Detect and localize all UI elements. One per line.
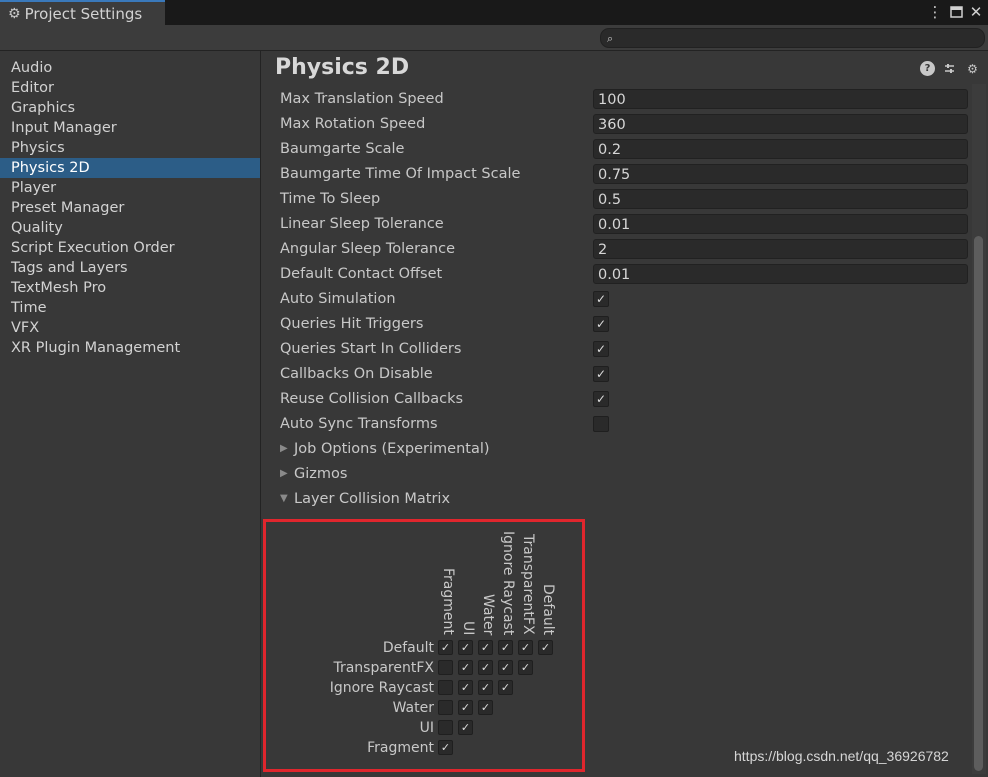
field-label: Default Contact Offset (280, 266, 443, 282)
more-options-icon[interactable]: ⋮ (926, 3, 944, 21)
search-input[interactable] (600, 28, 985, 48)
toggle-label: Callbacks On Disable (280, 366, 433, 382)
sidebar-item-xr-plugin-management[interactable]: XR Plugin Management (0, 338, 260, 358)
settings-gear-icon[interactable]: ⚙ (965, 61, 980, 76)
field-label: Linear Sleep Tolerance (280, 216, 444, 232)
callbacks-on-disable-checkbox[interactable]: ✓ (593, 366, 609, 382)
sidebar-item-quality[interactable]: Quality (0, 218, 260, 238)
time-to-sleep-field[interactable]: 0.5 (593, 189, 968, 209)
sidebar-item-input-manager[interactable]: Input Manager (0, 118, 260, 138)
reuse-collision-callbacks-checkbox[interactable]: ✓ (593, 391, 609, 407)
highlight-box (263, 519, 585, 772)
page-title: Physics 2D (275, 55, 410, 80)
field-label: Time To Sleep (280, 191, 381, 207)
field-label: Angular Sleep Tolerance (280, 241, 456, 257)
max-translation-speed-field[interactable]: 100 (593, 89, 968, 109)
field-label: Baumgarte Time Of Impact Scale (280, 166, 521, 182)
tab-project-settings[interactable]: ⚙ Project Settings (0, 0, 165, 25)
sidebar-item-time[interactable]: Time (0, 298, 260, 318)
tab-title: Project Settings (24, 4, 143, 23)
triangle-right-icon: ▶ (280, 443, 288, 454)
help-icon[interactable]: ? (920, 61, 935, 76)
linear-sleep-tolerance-field[interactable]: 0.01 (593, 214, 968, 234)
sidebar-item-physics[interactable]: Physics (0, 138, 260, 158)
angular-sleep-tolerance-field[interactable]: 2 (593, 239, 968, 259)
settings-sidebar: Audio Editor Graphics Input Manager Physics P… (0, 51, 261, 777)
toggle-label: Auto Simulation (280, 291, 396, 307)
sidebar-item-editor[interactable]: Editor (0, 78, 260, 98)
queries-start-in-colliders-checkbox[interactable]: ✓ (593, 341, 609, 357)
foldout-label: Gizmos (294, 466, 348, 482)
field-label: Max Rotation Speed (280, 116, 426, 132)
gear-icon: ⚙ (8, 5, 21, 22)
sidebar-item-vfx[interactable]: VFX (0, 318, 260, 338)
baumgarte-scale-field[interactable]: 0.2 (593, 139, 968, 159)
sidebar-item-textmesh-pro[interactable]: TextMesh Pro (0, 278, 260, 298)
foldout-gizmos[interactable]: ▶ Gizmos (280, 464, 347, 484)
toggle-label: Auto Sync Transforms (280, 416, 438, 432)
queries-hit-triggers-checkbox[interactable]: ✓ (593, 316, 609, 332)
sidebar-item-audio[interactable]: Audio (0, 58, 260, 78)
close-icon[interactable]: ✕ (967, 3, 985, 21)
search-icon: ⌕ (607, 32, 614, 45)
default-contact-offset-field[interactable]: 0.01 (593, 264, 968, 284)
maximize-icon[interactable] (947, 3, 965, 21)
vertical-scrollbar[interactable] (972, 84, 986, 774)
auto-simulation-checkbox[interactable]: ✓ (593, 291, 609, 307)
sidebar-item-tags-and-layers[interactable]: Tags and Layers (0, 258, 260, 278)
sidebar-item-script-execution-order[interactable]: Script Execution Order (0, 238, 260, 258)
auto-sync-transforms-checkbox[interactable] (593, 416, 609, 432)
foldout-job-options-experimental-[interactable]: ▶ Job Options (Experimental) (280, 439, 490, 459)
field-label: Baumgarte Scale (280, 141, 405, 157)
foldout-label: Layer Collision Matrix (294, 491, 451, 507)
watermark: https://blog.csdn.net/qq_36926782 (734, 748, 949, 764)
triangle-down-icon: ▼ (280, 493, 288, 504)
scrollbar-thumb[interactable] (974, 236, 983, 771)
max-rotation-speed-field[interactable]: 360 (593, 114, 968, 134)
sidebar-item-graphics[interactable]: Graphics (0, 98, 260, 118)
search-bar: ⌕ (0, 25, 988, 51)
field-label: Max Translation Speed (280, 91, 444, 107)
foldout-layer-collision-matrix[interactable]: ▼ Layer Collision Matrix (280, 489, 450, 509)
foldout-label: Job Options (Experimental) (294, 441, 490, 457)
preset-icon[interactable] (942, 61, 957, 76)
toggle-label: Queries Start In Colliders (280, 341, 462, 357)
title-bar: ⚙ Project Settings ⋮ ✕ (0, 0, 988, 25)
sidebar-item-player[interactable]: Player (0, 178, 260, 198)
toggle-label: Reuse Collision Callbacks (280, 391, 464, 407)
sidebar-item-preset-manager[interactable]: Preset Manager (0, 198, 260, 218)
baumgarte-time-of-impact-scale-field[interactable]: 0.75 (593, 164, 968, 184)
toggle-label: Queries Hit Triggers (280, 316, 424, 332)
triangle-right-icon: ▶ (280, 468, 288, 479)
sidebar-item-physics-2d[interactable]: Physics 2D (0, 158, 260, 178)
